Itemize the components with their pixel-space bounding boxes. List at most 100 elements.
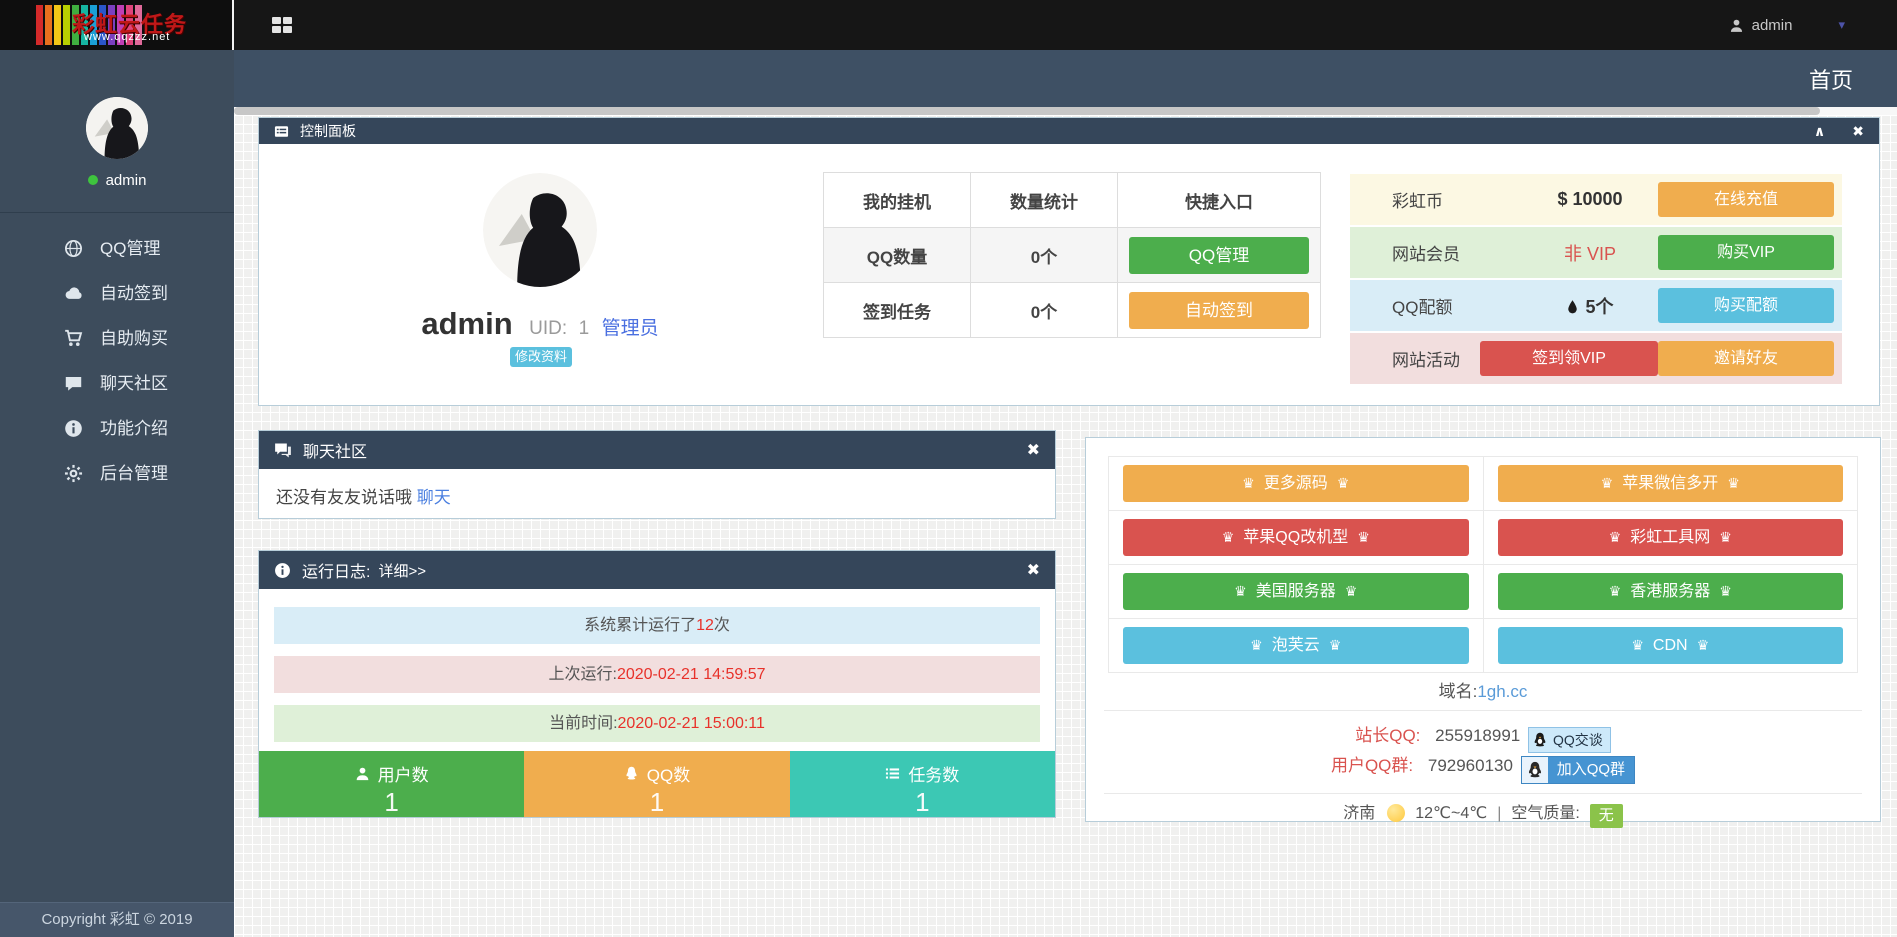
panel-title: 聊天社区	[303, 438, 367, 462]
domain-link[interactable]: 1gh.cc	[1477, 682, 1527, 701]
qq-group-label: 用户QQ群:	[1331, 756, 1413, 775]
link-button-us-server[interactable]: ♛美国服务器♛	[1123, 573, 1469, 610]
info-circle-icon	[64, 419, 83, 438]
grid-icon	[272, 17, 292, 33]
row-label: 彩虹币	[1350, 187, 1522, 212]
activity-cell: 签到领VIP	[1480, 341, 1658, 376]
close-icon[interactable]: ✖	[1852, 123, 1864, 140]
sidebar-toggle-button[interactable]	[262, 8, 302, 42]
qq-manage-button[interactable]: QQ管理	[1129, 237, 1309, 274]
chat-panel: 聊天社区 ✖ 还没有友友说话哦 聊天	[258, 430, 1056, 519]
invite-friends-button[interactable]: 邀请好友	[1658, 341, 1834, 376]
link-button-cdn[interactable]: ♛CDN♛	[1498, 627, 1844, 664]
qq-talk-button[interactable]: QQ交谈	[1528, 727, 1611, 753]
chat-empty-text: 还没有友友说话哦	[276, 488, 412, 507]
profile-name-row: admin UID: 1 管理员	[259, 306, 821, 342]
gear-icon	[64, 464, 83, 483]
sidebar-item-label: 自助购买	[100, 329, 168, 348]
vip-status: 非 VIP	[1522, 240, 1658, 266]
trophy-icon: ♛	[1609, 529, 1622, 545]
table-row: QQ数量 0个 QQ管理	[824, 228, 1321, 283]
column-header: 快捷入口	[1118, 173, 1321, 228]
user-icon	[1729, 18, 1744, 33]
chat-link[interactable]: 聊天	[417, 488, 451, 507]
user-qq-group-line: 用户QQ群: 792960130 加入QQ群	[1104, 751, 1862, 781]
control-panel: 控制面板 ∧ ✖ admin UID: 1 管理员 修改资料 我的挂机	[258, 117, 1880, 406]
sidebar-item-admin-backend[interactable]: 后台管理	[0, 451, 234, 496]
user-icon	[355, 766, 370, 781]
sidebar-item-chat-community[interactable]: 聊天社区	[0, 361, 234, 406]
topbar-username: admin	[1752, 17, 1793, 34]
link-button-apple-wechat[interactable]: ♛苹果微信多开♛	[1498, 465, 1844, 502]
trophy-icon: ♛	[1609, 583, 1622, 599]
main-content: 控制面板 ∧ ✖ admin UID: 1 管理员 修改资料 我的挂机	[234, 115, 1897, 937]
weather-city: 济南	[1343, 805, 1375, 822]
sidebar-item-auto-signin[interactable]: 自动签到	[0, 271, 234, 316]
footer-copyright: Copyright 彩虹 © 2019	[0, 902, 234, 937]
chevron-down-icon: ▾	[1838, 17, 1845, 33]
info-circle-icon	[274, 562, 291, 579]
close-icon[interactable]: ✖	[1027, 560, 1040, 580]
row-label: 网站活动	[1350, 346, 1480, 371]
stat-value: 1	[790, 787, 1055, 818]
link-button-hk-server[interactable]: ♛香港服务器♛	[1498, 573, 1844, 610]
stat-value: 1	[259, 787, 524, 818]
buy-quota-button[interactable]: 购买配额	[1658, 288, 1834, 323]
row-label: 网站会员	[1350, 240, 1522, 265]
table-row: 网站会员 非 VIP 购买VIP	[1350, 227, 1842, 278]
list-alt-icon	[274, 124, 289, 139]
log-list: 系统累计运行了12次 上次运行:2020-02-21 14:59:57 当前时间…	[259, 607, 1055, 742]
stat-label: 用户数	[378, 761, 429, 786]
sidebar-user-status: admin	[0, 172, 234, 189]
trophy-icon: ♛	[1234, 583, 1247, 599]
list-icon	[885, 766, 900, 781]
role-link[interactable]: 管理员	[602, 318, 659, 339]
row-label: 签到任务	[824, 283, 971, 338]
trophy-icon: ♛	[1329, 637, 1342, 653]
webmaster-qq-label: 站长QQ:	[1355, 726, 1420, 745]
row-action-cell: QQ管理	[1118, 228, 1321, 283]
sidebar-item-self-purchase[interactable]: 自助购买	[0, 316, 234, 361]
link-button-more-source[interactable]: ♛更多源码♛	[1123, 465, 1469, 502]
brand-logo: 彩虹云任务 www.qqzzz.net	[0, 0, 234, 50]
stat-users: 用户数 1	[259, 751, 524, 817]
domain-label: 域名:	[1439, 682, 1478, 701]
stats-row: 用户数 1 QQ数 1 任务数 1	[259, 751, 1055, 817]
user-menu[interactable]: admin ▾	[1729, 0, 1845, 50]
log-panel: 运行日志: 详细>> ✖ 系统累计运行了12次 上次运行:2020-02-21 …	[258, 550, 1056, 818]
log-detail-link[interactable]: 详细>>	[378, 560, 426, 581]
air-quality-badge: 无	[1590, 804, 1623, 828]
sidebar-item-qq-manage[interactable]: QQ管理	[0, 226, 234, 271]
log-highlight: 2020-02-21 14:59:57	[617, 666, 766, 683]
column-header: 我的挂机	[824, 173, 971, 228]
edit-profile-button[interactable]: 修改资料	[510, 347, 572, 367]
signin-vip-button[interactable]: 签到领VIP	[1480, 341, 1658, 376]
stat-tasks: 任务数 1	[790, 751, 1055, 817]
buy-vip-button[interactable]: 购买VIP	[1658, 235, 1834, 270]
sun-icon	[1387, 804, 1405, 822]
profile-avatar	[483, 173, 597, 287]
join-qq-group-button[interactable]: 加入QQ群	[1521, 756, 1635, 784]
auto-signin-button[interactable]: 自动签到	[1129, 292, 1309, 329]
collapse-icon[interactable]: ∧	[1814, 123, 1825, 140]
sidebar-item-features[interactable]: 功能介绍	[0, 406, 234, 451]
recharge-button[interactable]: 在线充值	[1658, 182, 1834, 217]
tab-home[interactable]: 首页	[1809, 63, 1853, 95]
quota-value: 5个	[1522, 293, 1658, 319]
trophy-icon: ♛	[1250, 637, 1263, 653]
weather-temp: 12℃~4℃	[1415, 805, 1487, 822]
link-button-puff-cloud[interactable]: ♛泡芙云♛	[1123, 627, 1469, 664]
link-button-apple-qq-model[interactable]: ♛苹果QQ改机型♛	[1123, 519, 1469, 556]
trophy-icon: ♛	[1222, 529, 1235, 545]
links-grid: ♛更多源码♛ ♛苹果微信多开♛ ♛苹果QQ改机型♛ ♛彩虹工具网♛ ♛美国服务器…	[1108, 456, 1858, 673]
control-panel-header: 控制面板 ∧ ✖	[259, 118, 1879, 144]
chat-panel-header: 聊天社区 ✖	[259, 431, 1055, 469]
online-status-dot	[88, 175, 98, 185]
link-button-rainbow-tools[interactable]: ♛彩虹工具网♛	[1498, 519, 1844, 556]
horizontal-scrollbar[interactable]	[234, 107, 1897, 115]
sidebar-username: admin	[106, 172, 147, 189]
log-panel-header: 运行日志: 详细>> ✖	[259, 551, 1055, 589]
log-entry: 上次运行:2020-02-21 14:59:57	[274, 656, 1040, 693]
scrollbar-thumb[interactable]	[234, 107, 1820, 115]
close-icon[interactable]: ✖	[1027, 440, 1040, 460]
